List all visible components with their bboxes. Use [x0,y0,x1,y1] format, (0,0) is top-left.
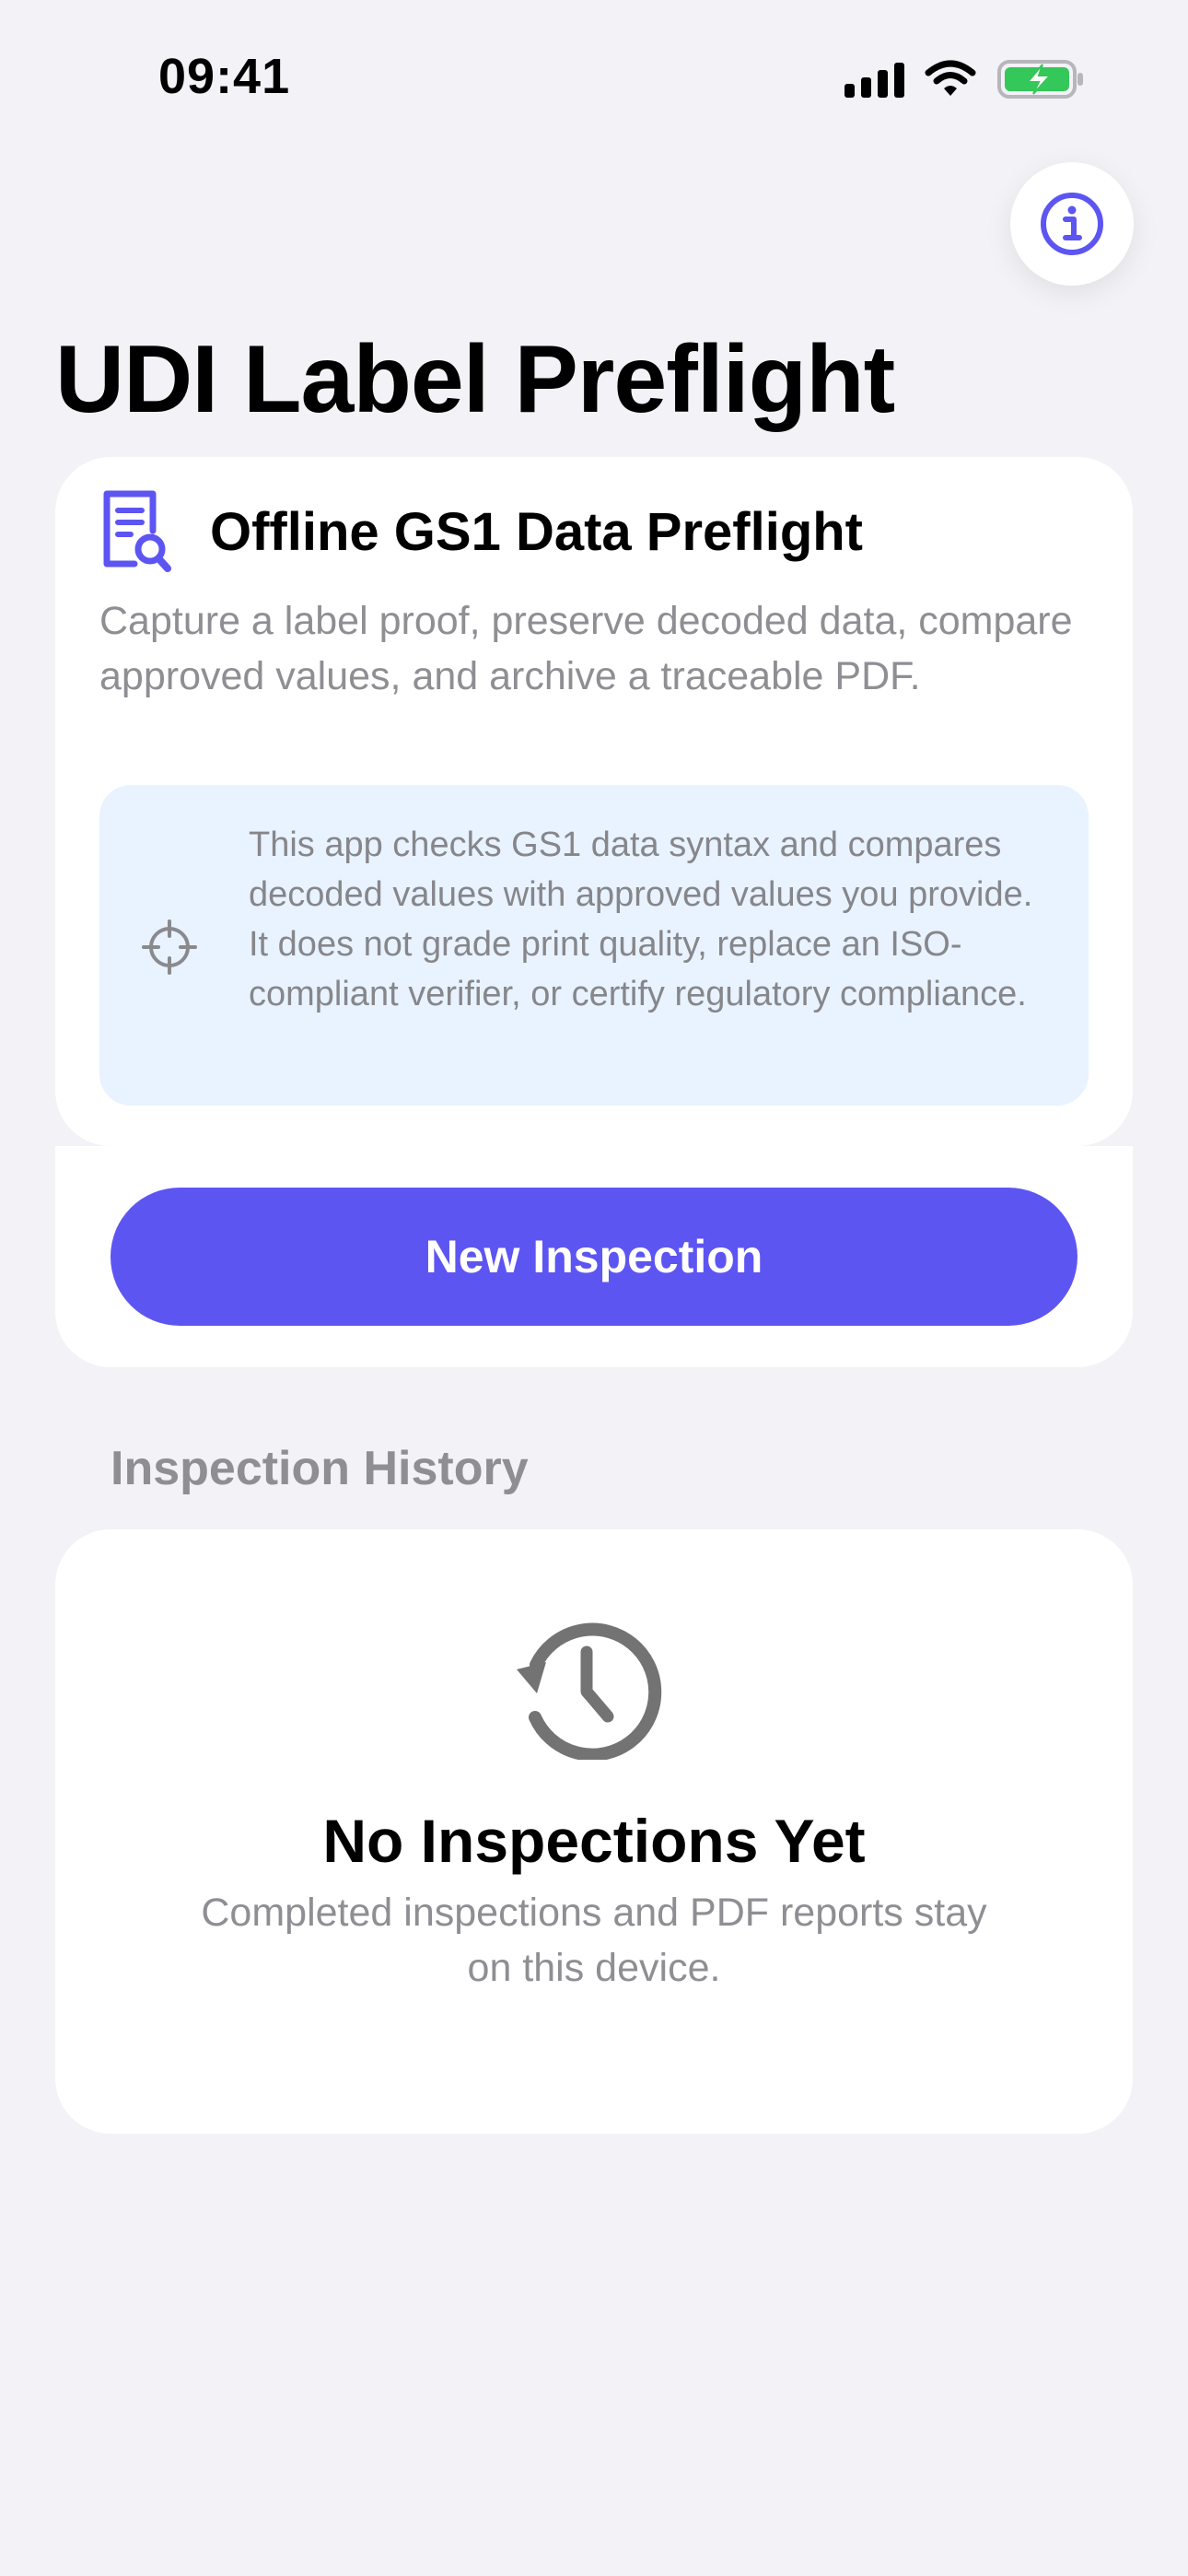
history-empty-state: No Inspections Yet Completed inspections… [55,1529,1133,2134]
section-header-inspection-history: Inspection History [111,1442,529,1495]
empty-state-title: No Inspections Yet [322,1807,866,1875]
intro-card: Offline GS1 Data Preflight Capture a lab… [55,457,1133,1146]
clock-history-icon [517,1622,662,1760]
empty-state-description: Completed inspections and PDF reports st… [201,1891,987,1990]
wifi-icon [925,60,976,96]
card-description: Capture a label proof, preserve decoded … [99,599,1073,698]
page-title: UDI Label Preflight [55,326,895,433]
status-bar: 09:41 [0,0,1188,147]
new-inspection-button[interactable]: New Inspection [111,1188,1077,1326]
cellular-signal-icon [844,61,904,98]
intro-card-action-area: New Inspection [55,1146,1133,1367]
info-circle-icon [1041,193,1103,255]
status-icons [844,59,1085,100]
notice-text: This app checks GS1 data syntax and comp… [249,825,1033,1013]
battery-charging-icon [997,60,1083,99]
status-time: 09:41 [158,49,291,104]
card-title: Offline GS1 Data Preflight [210,502,863,562]
disclaimer-notice: This app checks GS1 data syntax and comp… [99,785,1089,1106]
document-search-icon [103,490,171,572]
crosshair-icon [142,919,197,975]
info-button[interactable] [1010,162,1134,286]
